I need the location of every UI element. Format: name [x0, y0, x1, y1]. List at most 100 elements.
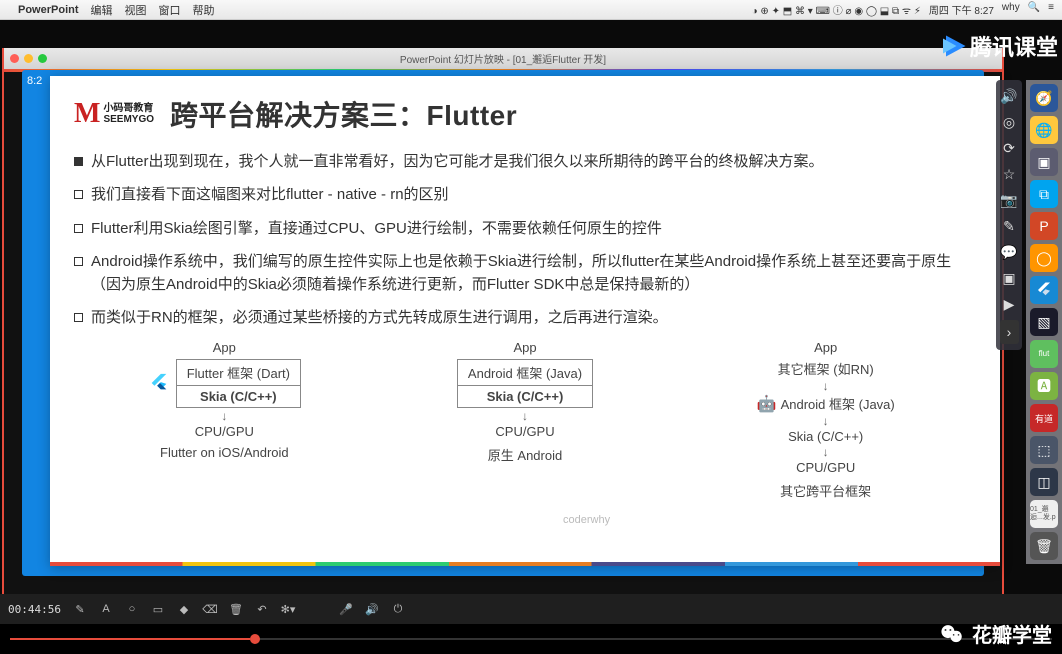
powerpoint-window: PowerPoint 幻灯片放映 - [01_邂逅Flutter 开发] 8:2…: [2, 48, 1004, 596]
video-progress-bar[interactable]: [0, 624, 1062, 654]
logo-m-icon: M: [74, 98, 100, 130]
logo-en: SEEMYGO: [103, 114, 154, 125]
bullet-4-text: Android操作系统中，我们编写的原生控件实际上也是依赖于Skia进行绘制，所…: [91, 250, 976, 297]
progress-handle[interactable]: [250, 634, 260, 644]
diagram-flutter: App Flutter 框架 (Dart) Skia (C/C++) ↓ CPU…: [74, 340, 375, 500]
dock-app-misc1[interactable]: ⬚: [1030, 436, 1058, 464]
slide-title: 跨平台解决方案三：Flutter: [170, 94, 517, 134]
bullet-3: Flutter利用Skia绘图引擎，直接通过CPU、GPU进行绘制，不需要依赖任…: [74, 217, 976, 240]
menubar-datetime[interactable]: 周四 下午 8:27: [929, 2, 994, 17]
diagram-other-rn: App 其它框架 (如RN) ↓ 🤖 Android 框架 (Java) ↓ S…: [675, 340, 976, 500]
text-tool-icon[interactable]: A: [99, 602, 113, 616]
dock-app-powerpoint[interactable]: P: [1030, 212, 1058, 240]
dock-app-flutter[interactable]: [1030, 276, 1058, 304]
col3-caption: 其它跨平台框架: [675, 481, 976, 500]
dock-app-misc2[interactable]: ◫: [1030, 468, 1058, 496]
architecture-diagrams: App Flutter 框架 (Dart) Skia (C/C++) ↓ CPU…: [74, 340, 976, 500]
video-control-bar: 00:44:56 ✎ A ○ ▭ ◆ ⌫ 🗑 ↶ ✻▾ 🎤 🔊 ⏻: [0, 594, 1062, 624]
menubar-user[interactable]: why: [1002, 2, 1020, 17]
menu-icon[interactable]: ≡: [1048, 2, 1054, 17]
volume-icon[interactable]: 🔊: [999, 86, 1019, 106]
dock-file[interactable]: 01_邂逅...发.p: [1030, 500, 1058, 528]
dock-app-dark[interactable]: ▧: [1030, 308, 1058, 336]
down-arrow-icon: ↓: [675, 414, 976, 428]
close-traffic-light[interactable]: [10, 54, 19, 63]
mic-icon[interactable]: 🎤: [339, 602, 353, 616]
mac-menubar: PowerPoint 编辑 视图 窗口 帮助 ◑ ⊕ ✦ ⬒ ⌘ ▾ ⌨ ⓘ ⌀…: [0, 0, 1062, 20]
mac-dock: 🧭 🌐 ▣ ⧉ P ◯ ▧ flut 🅰 有道 ⬚ ◫ 01_邂逅...发.p …: [1026, 80, 1062, 564]
col1-caption: Flutter on iOS/Android: [74, 445, 375, 460]
col3-line4: CPU/GPU: [675, 460, 976, 475]
rect-tool-icon[interactable]: ▭: [151, 602, 165, 616]
floating-toolbox: 🔊 ◎ ⟳ ☆ 📷 ✎ 💬 ▣ ▶ ›: [996, 80, 1022, 350]
trash-icon[interactable]: 🗑: [229, 602, 243, 616]
pen-tool-icon[interactable]: ✎: [73, 602, 87, 616]
logo-cn: 小码哥教育: [103, 103, 154, 114]
bullet-2: 我们直接看下面这幅图来对比flutter - native - rn的区别: [74, 183, 976, 206]
menu-window[interactable]: 窗口: [159, 2, 181, 18]
bullet-5-text: 而类似于RN的框架，必须通过某些桥接的方式先转成原生进行调用，之后再进行渲染。: [91, 306, 668, 329]
favorite-icon[interactable]: ☆: [999, 164, 1019, 184]
bullet-marker-hollow: [74, 224, 83, 233]
camera-icon[interactable]: 📷: [999, 190, 1019, 210]
bullet-marker-hollow: [74, 257, 83, 266]
dock-app-generic[interactable]: ◯: [1030, 244, 1058, 272]
bullet-3-text: Flutter利用Skia绘图引擎，直接通过CPU、GPU进行绘制，不需要依赖任…: [91, 217, 662, 240]
target-icon[interactable]: ◎: [999, 112, 1019, 132]
settings-icon[interactable]: ✻▾: [281, 602, 295, 616]
viewport: PowerPoint 幻灯片放映 - [01_邂逅Flutter 开发] 8:2…: [0, 20, 1062, 594]
dock-app-chrome[interactable]: 🌐: [1030, 116, 1058, 144]
bullet-4: Android操作系统中，我们编写的原生控件实际上也是依赖于Skia进行绘制，所…: [74, 250, 976, 297]
bullet-1-text: 从Flutter出现到现在，我个人就一直非常看好，因为它可能才是我们很久以来所期…: [91, 150, 824, 173]
col3-line2: Android 框架 (Java): [781, 394, 895, 413]
col1-below: CPU/GPU: [74, 424, 375, 439]
edit-icon[interactable]: ✎: [999, 216, 1019, 236]
bullet-marker-hollow: [74, 313, 83, 322]
bullet-marker-hollow: [74, 190, 83, 199]
bullet-1: 从Flutter出现到现在，我个人就一直非常看好，因为它可能才是我们很久以来所期…: [74, 150, 976, 173]
menu-edit[interactable]: 编辑: [91, 2, 113, 18]
zoom-traffic-light[interactable]: [38, 54, 47, 63]
menubar-app-name[interactable]: PowerPoint: [18, 4, 79, 16]
fill-tool-icon[interactable]: ◆: [177, 602, 191, 616]
down-arrow-icon: ↓: [675, 379, 976, 393]
pp-titlebar[interactable]: PowerPoint 幻灯片放映 - [01_邂逅Flutter 开发]: [4, 48, 1002, 69]
traffic-lights[interactable]: [10, 54, 47, 63]
minimize-traffic-light[interactable]: [24, 54, 33, 63]
chevron-right-icon[interactable]: ›: [1000, 320, 1019, 344]
col3-line1: 其它框架 (如RN): [675, 359, 976, 378]
col1-app: App: [74, 340, 375, 355]
progress-track[interactable]: [10, 638, 1052, 640]
circle-tool-icon[interactable]: ○: [125, 602, 139, 616]
col2-app: App: [375, 340, 676, 355]
menu-view[interactable]: 视图: [125, 2, 147, 18]
undo-icon[interactable]: ↶: [255, 602, 269, 616]
dock-app-trash[interactable]: 🗑: [1030, 532, 1058, 560]
play-icon[interactable]: ▶: [999, 294, 1019, 314]
comment-icon[interactable]: 💬: [999, 242, 1019, 262]
search-icon[interactable]: 🔍: [1028, 2, 1040, 17]
bullet-5: 而类似于RN的框架，必须通过某些桥接的方式先转成原生进行调用，之后再进行渲染。: [74, 306, 976, 329]
slide-content: M 小码哥教育 SEEMYGO 跨平台解决方案三：Flutter 从Flutte…: [50, 76, 1000, 566]
dock-app-youdao[interactable]: 有道: [1030, 404, 1058, 432]
bullet-marker-filled: [74, 157, 83, 166]
dock-app-flut[interactable]: flut: [1030, 340, 1058, 368]
slide-time-badge: 8:2: [27, 75, 42, 87]
speaker-icon[interactable]: 🔊: [365, 602, 379, 616]
diagram-native-android: App Android 框架 (Java) Skia (C/C++) ↓ CPU…: [375, 340, 676, 500]
col1-row1: Flutter 框架 (Dart): [177, 360, 300, 386]
video-timecode: 00:44:56: [8, 603, 61, 616]
menubar-status-icons[interactable]: ◑ ⊕ ✦ ⬒ ⌘ ▾ ⌨ ⓘ ⌀ ◉ ◯ ⬓ ⧉ ᯤ ⚡︎: [752, 2, 921, 17]
dock-app-safari[interactable]: 🧭: [1030, 84, 1058, 112]
dock-app-terminal[interactable]: ▣: [1030, 148, 1058, 176]
eraser-icon[interactable]: ⌫: [203, 602, 217, 616]
tencent-classroom-brand: 腾讯课堂: [940, 30, 1058, 62]
dock-app-android-studio[interactable]: 🅰: [1030, 372, 1058, 400]
col1-row2: Skia (C/C++): [177, 386, 300, 407]
android-icon: 🤖: [757, 394, 775, 412]
refresh-icon[interactable]: ⟳: [999, 138, 1019, 158]
power-icon[interactable]: ⏻: [391, 602, 405, 616]
menu-help[interactable]: 帮助: [193, 2, 215, 18]
dock-app-vscode[interactable]: ⧉: [1030, 180, 1058, 208]
player-icon[interactable]: ▣: [999, 268, 1019, 288]
